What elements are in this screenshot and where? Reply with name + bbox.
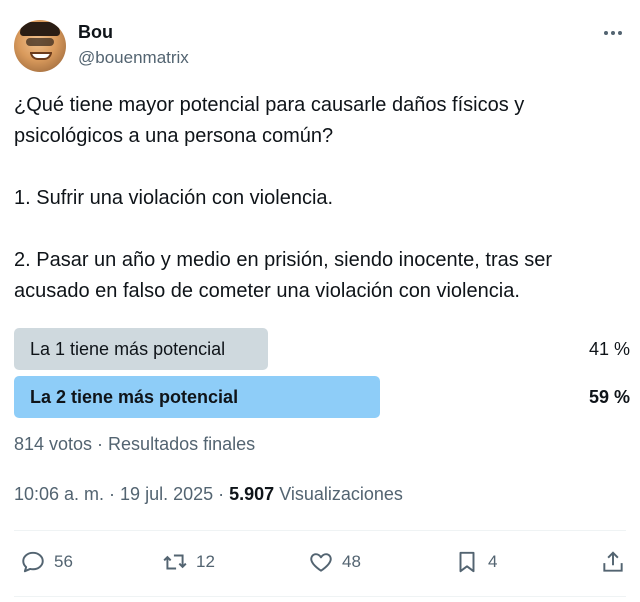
divider xyxy=(14,596,626,597)
reply-button[interactable]: 56 xyxy=(20,544,73,580)
poll-option-label: La 1 tiene más potencial xyxy=(30,339,226,359)
time-date[interactable]: 10:06 a. m. · 19 jul. 2025 · xyxy=(14,484,229,504)
author-name[interactable]: Bou xyxy=(78,22,113,43)
bookmark-count: 4 xyxy=(488,552,498,571)
like-button[interactable]: 48 xyxy=(308,544,361,580)
bookmark-button[interactable]: 4 xyxy=(454,544,497,580)
retweet-icon xyxy=(163,554,187,570)
poll-results-meta: 814 votos · Resultados finales xyxy=(14,434,256,454)
reply-icon xyxy=(22,551,44,573)
tweet: Bou @bouenmatrix ¿Qué tiene mayor potenc… xyxy=(0,0,640,602)
heart-icon xyxy=(310,553,332,572)
tweet-timestamp: 10:06 a. m. · 19 jul. 2025 · 5.907 Visua… xyxy=(14,484,403,505)
views-label: Visualizaciones xyxy=(279,484,403,504)
divider xyxy=(14,530,626,531)
tweet-header: Bou @bouenmatrix xyxy=(14,20,626,72)
retweet-button[interactable]: 12 xyxy=(162,544,215,580)
avatar[interactable] xyxy=(14,20,66,72)
author-handle[interactable]: @bouenmatrix xyxy=(78,48,189,68)
poll: La 1 tiene más potencial 41 % La 2 tiene… xyxy=(14,328,630,424)
more-options-icon[interactable] xyxy=(600,20,626,46)
share-button[interactable] xyxy=(600,544,626,580)
retweet-count: 12 xyxy=(196,552,215,571)
reply-count: 56 xyxy=(54,552,73,571)
like-count: 48 xyxy=(342,552,361,571)
bookmark-icon xyxy=(459,551,475,573)
poll-option-percent: 41 % xyxy=(588,339,630,359)
poll-option-2: La 2 tiene más potencial 59 % xyxy=(14,376,630,418)
share-icon xyxy=(603,551,623,572)
tweet-text: ¿Qué tiene mayor potencial para causarle… xyxy=(14,94,553,302)
action-bar: 56 12 48 4 xyxy=(14,544,626,580)
poll-option-1: La 1 tiene más potencial 41 % xyxy=(14,328,630,370)
poll-option-label: La 2 tiene más potencial xyxy=(30,387,239,407)
views-count: 5.907 xyxy=(229,484,275,504)
poll-option-percent: 59 % xyxy=(588,387,630,407)
